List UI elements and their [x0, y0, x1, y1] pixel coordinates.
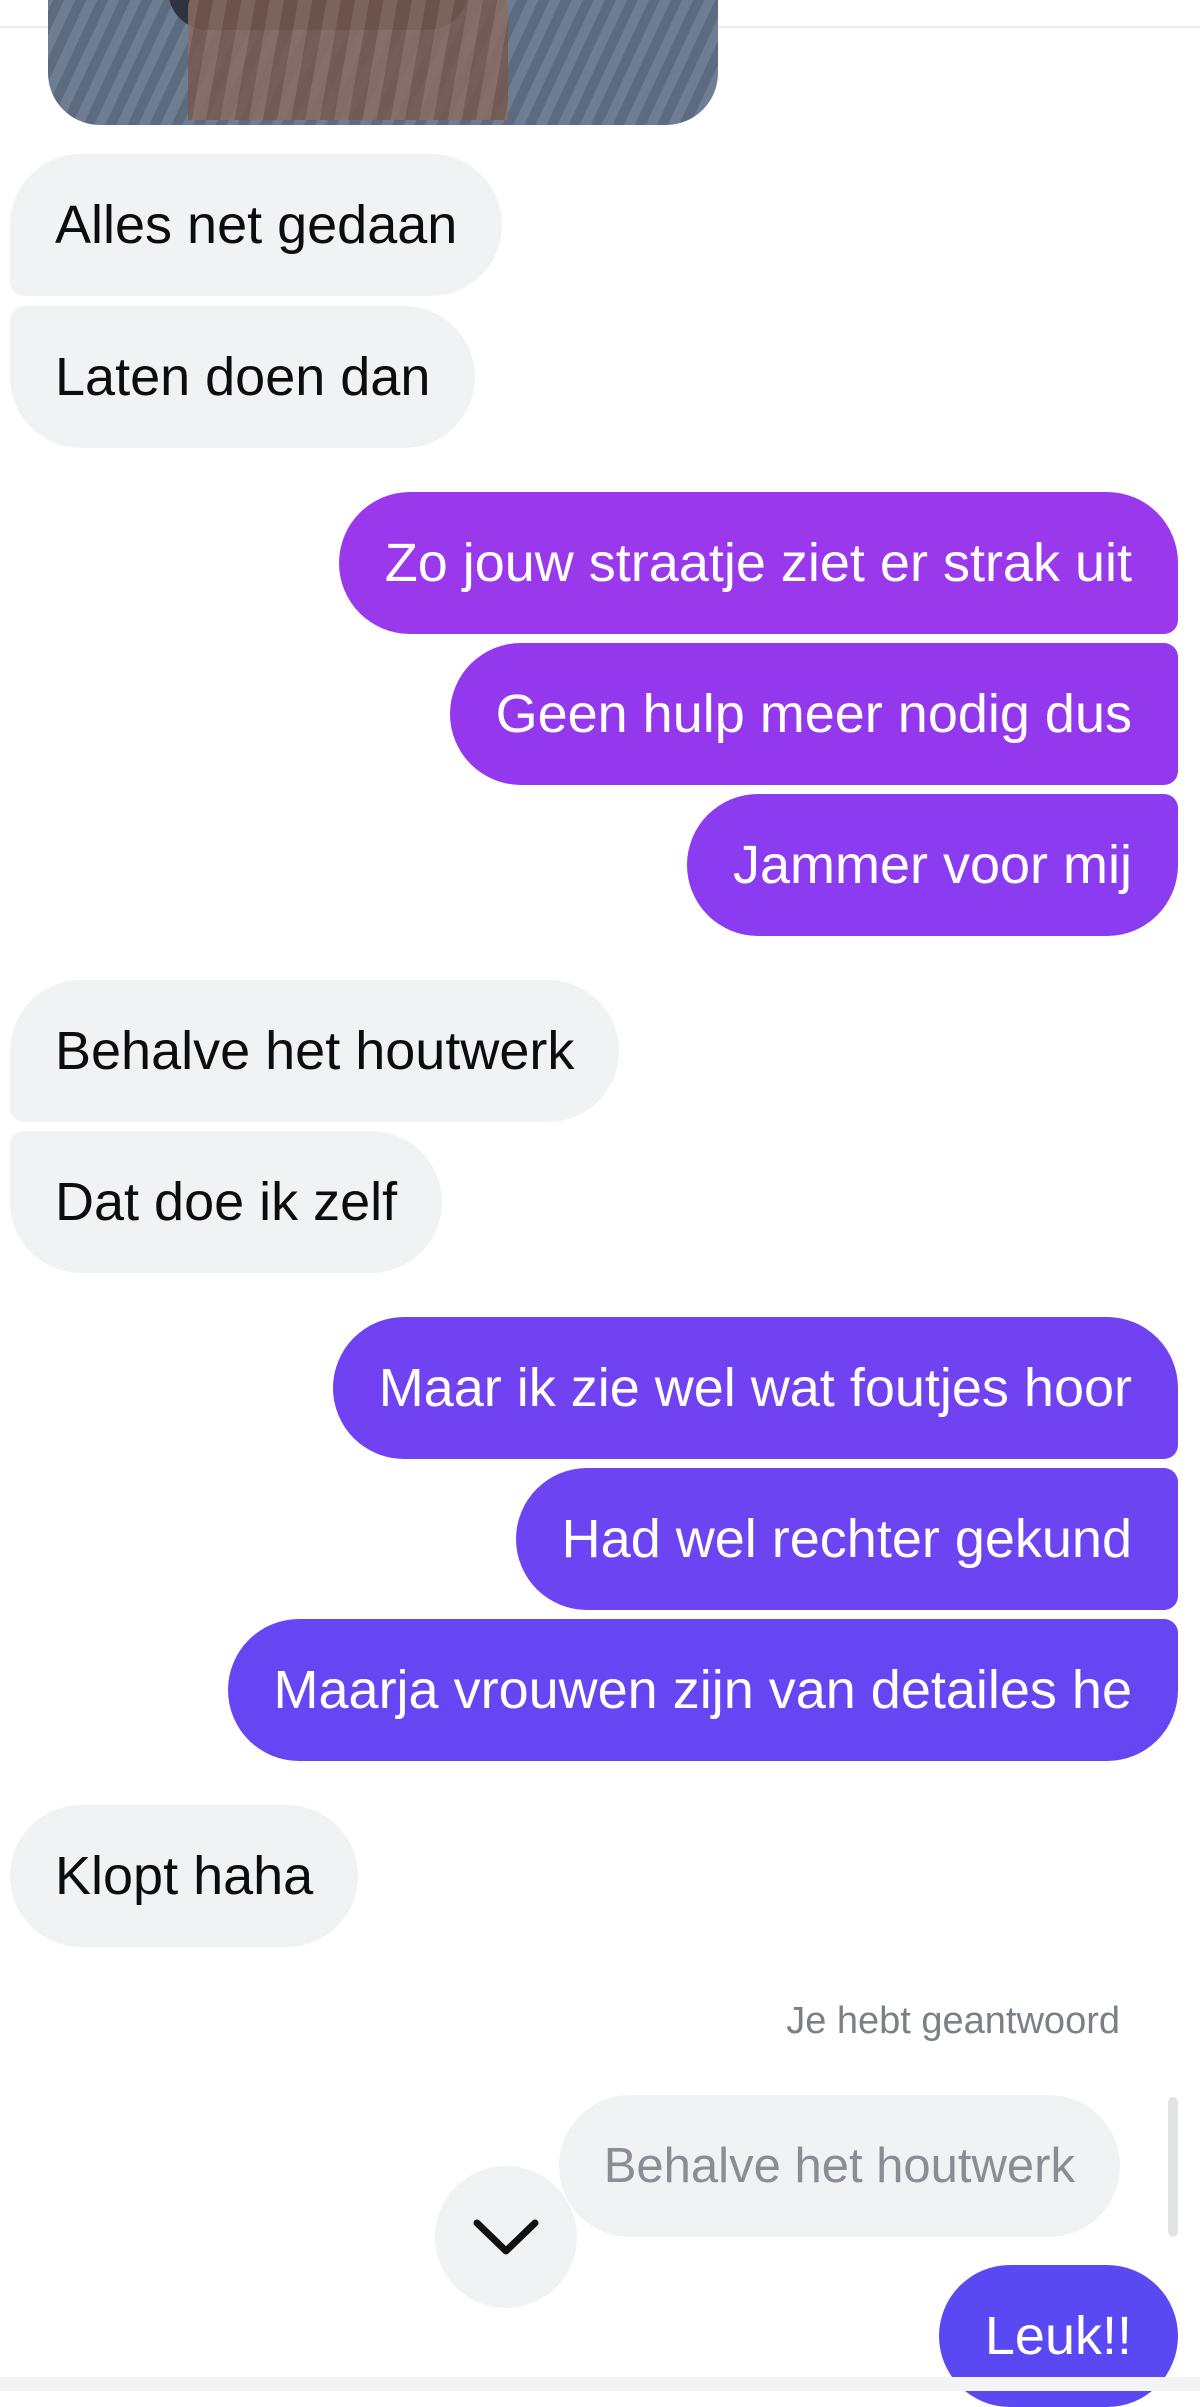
photo-pavement	[188, 0, 508, 120]
outgoing-message[interactable]: Maarja vrouwen zijn van detailes he	[227, 1619, 1178, 1761]
incoming-message[interactable]: Dat doe ik zelf	[10, 1131, 443, 1273]
outgoing-message[interactable]: Zo jouw straatje ziet er strak uit	[338, 492, 1178, 634]
incoming-message[interactable]: Klopt haha	[10, 1805, 359, 1947]
photo-message[interactable]	[48, 0, 718, 125]
quoted-message[interactable]: Behalve het houtwerk	[558, 2095, 1120, 2237]
reply-header: Je hebt geantwoord	[786, 2000, 1120, 2042]
outgoing-message[interactable]: Geen hulp meer nodig dus	[449, 643, 1178, 785]
bottom-edge	[0, 2377, 1200, 2391]
scroll-to-bottom-button[interactable]	[435, 2166, 577, 2308]
incoming-message[interactable]: Alles net gedaan	[10, 154, 503, 296]
outgoing-message[interactable]: Maar ik zie wel wat foutjes hoor	[332, 1317, 1178, 1459]
reply-indicator-bar	[1168, 2097, 1178, 2237]
outgoing-message[interactable]: Had wel rechter gekund	[515, 1468, 1178, 1610]
incoming-message[interactable]: Behalve het houtwerk	[10, 980, 620, 1122]
outgoing-message[interactable]: Jammer voor mij	[686, 794, 1178, 936]
incoming-message[interactable]: Laten doen dan	[10, 306, 476, 448]
chevron-down-icon	[473, 2219, 539, 2255]
